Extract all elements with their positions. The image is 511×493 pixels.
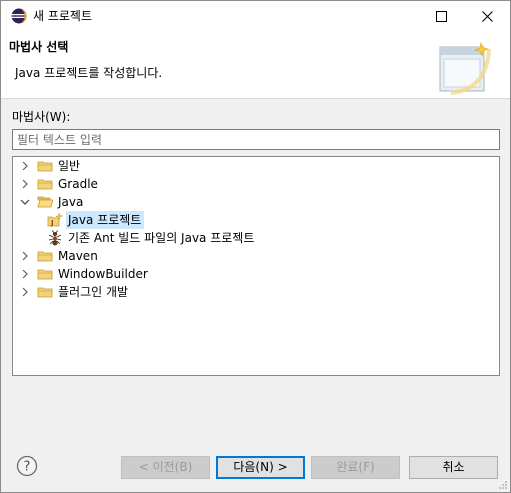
folder-icon xyxy=(37,266,53,282)
chevron-right-icon[interactable] xyxy=(19,247,31,265)
resize-grip-icon[interactable] xyxy=(498,480,508,490)
tree-item-label: Gradle xyxy=(58,177,98,191)
tree-item-maven[interactable]: Maven xyxy=(19,247,98,265)
chevron-right-icon[interactable] xyxy=(19,157,31,175)
filter-input[interactable] xyxy=(12,129,500,150)
new-project-dialog: 새 프로젝트 마법사 선택 Java 프로젝트를 작성합니다. 마법사(W): xyxy=(0,0,511,493)
tree-item-label: Java xyxy=(58,195,84,209)
help-icon[interactable]: ? xyxy=(16,455,38,477)
tree-item-windowbuilder[interactable]: WindowBuilder xyxy=(19,265,148,283)
chevron-right-icon[interactable] xyxy=(19,283,31,301)
java-project-wizard-icon: J xyxy=(47,212,63,228)
window-title: 새 프로젝트 xyxy=(33,9,93,23)
tree-item-java[interactable]: Java xyxy=(19,193,83,211)
wizards-label: 마법사(W): xyxy=(12,110,71,124)
tree-item-gradle[interactable]: Gradle xyxy=(19,175,98,193)
folder-icon xyxy=(37,176,53,192)
tree-item-java-project[interactable]: J Java 프로젝트 xyxy=(47,211,145,229)
ant-icon xyxy=(47,230,63,246)
close-button[interactable] xyxy=(464,1,510,31)
chevron-down-icon[interactable] xyxy=(19,193,31,211)
page-title: 마법사 선택 xyxy=(9,40,69,54)
maximize-icon xyxy=(435,10,447,22)
next-button[interactable]: 다음(N) > xyxy=(216,456,305,479)
maximize-button[interactable] xyxy=(418,1,464,31)
svg-text:J: J xyxy=(50,219,54,227)
back-button[interactable]: < 이전(B) xyxy=(121,456,210,479)
page-description: Java 프로젝트를 작성합니다. xyxy=(15,66,163,80)
chevron-right-icon[interactable] xyxy=(19,265,31,283)
eclipse-app-icon xyxy=(11,8,27,24)
tree-item-general[interactable]: 일반 xyxy=(19,157,80,175)
open-folder-icon xyxy=(37,194,53,210)
wizard-tree[interactable]: 일반 Gradle Java J Java 프로젝트 기존 Ant 빌드 파일의… xyxy=(12,156,500,376)
folder-icon xyxy=(37,158,53,174)
tree-item-label: WindowBuilder xyxy=(58,267,148,281)
close-icon xyxy=(481,10,493,22)
wizard-header: 마법사 선택 Java 프로젝트를 작성합니다. xyxy=(1,31,510,99)
cancel-button[interactable]: 취소 xyxy=(409,456,498,479)
new-wizard-banner-icon xyxy=(439,41,491,95)
tree-item-label: 기존 Ant 빌드 파일의 Java 프로젝트 xyxy=(68,231,255,245)
tree-item-label: 플러그인 개발 xyxy=(58,285,129,299)
title-bar: 새 프로젝트 xyxy=(1,1,510,31)
folder-icon xyxy=(37,284,53,300)
tree-item-label: Maven xyxy=(58,249,98,263)
tree-item-label: Java 프로젝트 xyxy=(66,211,145,229)
tree-item-label: 일반 xyxy=(58,159,81,173)
folder-icon xyxy=(37,248,53,264)
chevron-right-icon[interactable] xyxy=(19,175,31,193)
finish-button[interactable]: 완료(F) xyxy=(311,456,400,479)
tree-item-plugin-development[interactable]: 플러그인 개발 xyxy=(19,283,128,301)
tree-item-java-project-from-ant[interactable]: 기존 Ant 빌드 파일의 Java 프로젝트 xyxy=(47,229,254,247)
svg-text:?: ? xyxy=(24,460,31,475)
